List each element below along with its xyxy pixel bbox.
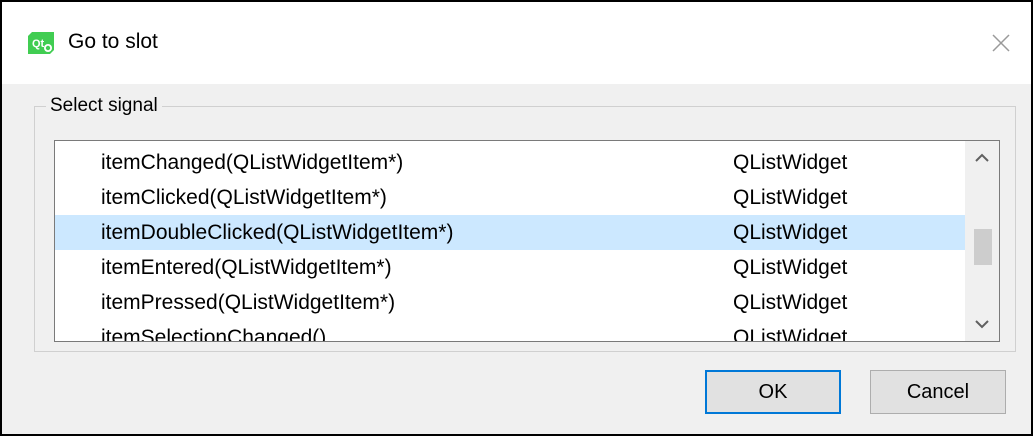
svg-text:Qt: Qt (32, 38, 45, 50)
close-button[interactable] (971, 2, 1031, 84)
scroll-down-button[interactable] (965, 307, 999, 341)
signal-name: itemClicked(QListWidgetItem*) (101, 186, 387, 209)
signal-row[interactable]: itemPressed(QListWidgetItem*) QListWidget (55, 285, 965, 320)
signal-row[interactable]: itemClicked(QListWidgetItem*) QListWidget (55, 180, 965, 215)
signal-class: QListWidget (733, 151, 848, 174)
signal-name: itemPressed(QListWidgetItem*) (101, 291, 396, 314)
signal-class: QListWidget (733, 221, 848, 244)
go-to-slot-dialog: Qt Go to slot Select signal itemChanged(… (0, 0, 1033, 436)
signal-class: QListWidget (733, 256, 848, 279)
signal-row[interactable]: itemEntered(QListWidgetItem*) QListWidget (55, 250, 965, 285)
signal-rows: itemChanged(QListWidgetItem*) QListWidget… (55, 141, 965, 341)
signal-row[interactable]: itemDoubleClicked(QListWidgetItem*) QList… (55, 215, 965, 250)
signal-name: itemDoubleClicked(QListWidgetItem*) (101, 221, 454, 244)
dialog-title: Go to slot (68, 30, 158, 53)
signal-row[interactable]: itemSelectionChanged() QListWidget (55, 320, 965, 341)
signal-list[interactable]: itemChanged(QListWidgetItem*) QListWidget… (54, 140, 1000, 342)
signal-class: QListWidget (733, 326, 848, 341)
signal-class: QListWidget (733, 291, 848, 314)
chevron-down-icon (975, 320, 989, 329)
signal-name: itemChanged(QListWidgetItem*) (101, 151, 404, 174)
signal-name: itemEntered(QListWidgetItem*) (101, 256, 392, 279)
qt-creator-icon: Qt (28, 32, 54, 54)
signal-name: itemSelectionChanged() (101, 326, 327, 341)
scroll-thumb[interactable] (974, 229, 992, 265)
cancel-button[interactable]: Cancel (870, 370, 1006, 414)
signal-row[interactable]: itemChanged(QListWidgetItem*) QListWidget (55, 145, 965, 180)
signal-class: QListWidget (733, 186, 848, 209)
scroll-up-button[interactable] (965, 141, 999, 175)
vertical-scrollbar[interactable] (965, 141, 999, 341)
title-bar: Qt Go to slot (2, 2, 1031, 84)
close-icon (992, 34, 1010, 52)
ok-button[interactable]: OK (705, 370, 841, 414)
group-title: Select signal (46, 93, 162, 119)
chevron-up-icon (975, 153, 989, 162)
